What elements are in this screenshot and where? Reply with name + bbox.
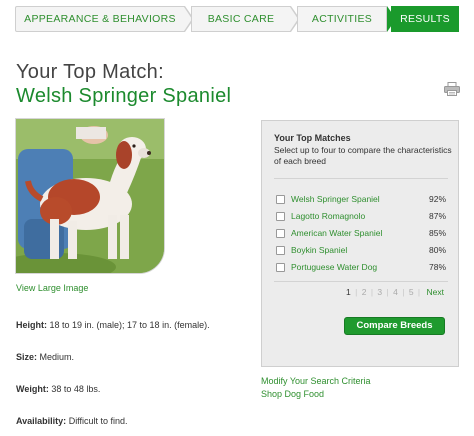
fact-value: Difficult to find. — [66, 416, 128, 426]
match-percent: 85% — [428, 228, 446, 238]
compare-checkbox[interactable] — [276, 263, 285, 272]
fact-label: Size: — [16, 352, 38, 362]
step-appearance-behaviors[interactable]: Appearance & Behaviors — [15, 6, 185, 32]
compare-breeds-button[interactable]: Compare Breeds — [344, 317, 445, 335]
match-breed-link[interactable]: Lagotto Romagnolo — [291, 211, 365, 221]
step-activities[interactable]: Activities — [297, 6, 387, 32]
fact-availability: Availability: Difficult to find. — [16, 416, 128, 426]
match-breed-link[interactable]: Portuguese Water Dog — [291, 262, 377, 272]
panel-title: Your Top Matches — [274, 133, 351, 143]
compare-checkbox[interactable] — [276, 246, 285, 255]
page-link[interactable]: 2 — [362, 287, 367, 297]
next-page-link[interactable]: Next — [427, 287, 444, 297]
match-percent: 78% — [428, 262, 446, 272]
match-item: Portuguese Water Dog 78% — [276, 262, 446, 276]
match-item: Lagotto Romagnolo 87% — [276, 211, 446, 225]
fact-value: 38 to 48 lbs. — [48, 384, 101, 394]
breed-photo[interactable] — [15, 118, 165, 274]
divider — [274, 178, 448, 179]
fact-size: Size: Medium. — [16, 352, 74, 362]
step-basic-care[interactable]: Basic Care — [191, 6, 291, 32]
printer-icon[interactable] — [444, 82, 460, 96]
shop-dog-food-link[interactable]: Shop Dog Food — [261, 389, 324, 399]
step-results[interactable]: Results — [391, 6, 459, 32]
page-separator: | — [386, 287, 389, 297]
compare-checkbox[interactable] — [276, 229, 285, 238]
match-item: Welsh Springer Spaniel 92% — [276, 194, 446, 208]
fact-label: Weight: — [16, 384, 49, 394]
page-separator: | — [417, 287, 421, 297]
fact-weight: Weight: 38 to 48 lbs. — [16, 384, 100, 394]
modify-search-link[interactable]: Modify Your Search Criteria — [261, 376, 371, 386]
dog-illustration — [16, 119, 164, 273]
top-matches-panel: Your Top Matches Select up to four to co… — [261, 120, 459, 367]
page-link[interactable]: 4 — [393, 287, 398, 297]
fact-value: Medium. — [37, 352, 75, 362]
match-breed-link[interactable]: Boykin Spaniel — [291, 245, 347, 255]
page-separator: | — [402, 287, 405, 297]
step-navigation: Appearance & Behaviors Basic Care Activi… — [15, 6, 459, 32]
match-breed-link[interactable]: Welsh Springer Spaniel — [291, 194, 380, 204]
fact-height: Height: 18 to 19 in. (male); 17 to 18 in… — [16, 320, 210, 330]
match-breed-link[interactable]: American Water Spaniel — [291, 228, 382, 238]
fact-label: Availability: — [16, 416, 67, 426]
page-separator: | — [355, 287, 358, 297]
panel-description: Select up to four to compare the charact… — [274, 145, 452, 166]
page-separator: | — [370, 287, 374, 297]
page-current: 1 — [346, 287, 351, 297]
view-large-image-link[interactable]: View Large Image — [16, 283, 88, 293]
page-link[interactable]: 5 — [409, 287, 414, 297]
pagination: 1 | 2 | 3 | 4 | 5 | Next — [344, 287, 444, 297]
compare-checkbox[interactable] — [276, 195, 285, 204]
page-link[interactable]: 3 — [377, 287, 382, 297]
breed-name-title: Welsh Springer Spaniel — [16, 85, 232, 107]
match-percent: 92% — [428, 194, 446, 204]
compare-checkbox[interactable] — [276, 212, 285, 221]
page-title: Your Top Match: — [16, 61, 164, 83]
divider — [274, 281, 448, 282]
fact-value: 18 to 19 in. (male); 17 to 18 in. (femal… — [47, 320, 210, 330]
match-percent: 87% — [428, 211, 446, 221]
match-item: Boykin Spaniel 80% — [276, 245, 446, 259]
match-item: American Water Spaniel 85% — [276, 228, 446, 242]
fact-label: Height: — [16, 320, 47, 330]
match-percent: 80% — [428, 245, 446, 255]
